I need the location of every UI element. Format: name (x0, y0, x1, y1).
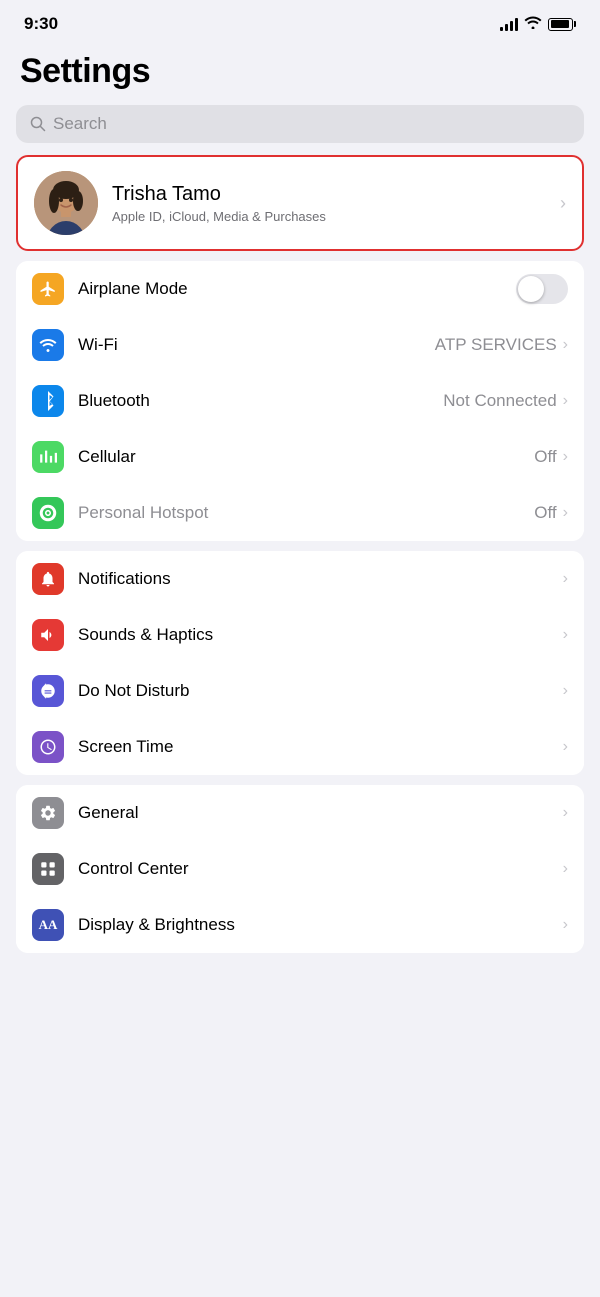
search-icon (30, 116, 46, 132)
donotdisturb-label: Do Not Disturb (78, 681, 563, 701)
avatar (34, 171, 98, 235)
search-container: Search (0, 101, 600, 155)
airplane-mode-row[interactable]: Airplane Mode (16, 261, 584, 317)
wifi-row[interactable]: Wi-Fi ATP SERVICES › (16, 317, 584, 373)
airplane-toggle[interactable] (516, 274, 568, 304)
profile-chevron: › (560, 193, 566, 214)
bluetooth-value: Not Connected (443, 391, 556, 411)
system-group: General › Control Center › AA Display & … (16, 785, 584, 953)
wifi-icon (524, 15, 542, 34)
cellular-icon (32, 441, 64, 473)
general-chevron: › (563, 804, 568, 822)
battery-icon (548, 18, 576, 31)
screentime-icon (32, 731, 64, 763)
page-header: Settings (0, 42, 600, 101)
screentime-label: Screen Time (78, 737, 563, 757)
status-time: 9:30 (24, 14, 58, 34)
wifi-label: Wi-Fi (78, 335, 435, 355)
search-bar[interactable]: Search (16, 105, 584, 143)
profile-subtitle: Apple ID, iCloud, Media & Purchases (112, 209, 560, 224)
bluetooth-row[interactable]: Bluetooth Not Connected › (16, 373, 584, 429)
hotspot-label: Personal Hotspot (78, 503, 534, 523)
notifications-row[interactable]: Notifications › (16, 551, 584, 607)
notifications-label: Notifications (78, 569, 563, 589)
hotspot-row[interactable]: Personal Hotspot Off › (16, 485, 584, 541)
donotdisturb-icon (32, 675, 64, 707)
hotspot-value: Off (534, 503, 556, 523)
notifications-section: Notifications › Sounds & Haptics › Do No… (0, 551, 600, 775)
sounds-icon (32, 619, 64, 651)
display-icon: AA (32, 909, 64, 941)
bluetooth-chevron: › (563, 392, 568, 410)
sounds-row[interactable]: Sounds & Haptics › (16, 607, 584, 663)
screentime-row[interactable]: Screen Time › (16, 719, 584, 775)
bluetooth-label: Bluetooth (78, 391, 443, 411)
wifi-chevron: › (563, 336, 568, 354)
profile-info: Trisha Tamo Apple ID, iCloud, Media & Pu… (112, 183, 560, 224)
profile-row[interactable]: Trisha Tamo Apple ID, iCloud, Media & Pu… (16, 155, 584, 251)
controlcenter-label: Control Center (78, 859, 563, 879)
controlcenter-icon (32, 853, 64, 885)
bluetooth-icon (32, 385, 64, 417)
general-label: General (78, 803, 563, 823)
notifications-group: Notifications › Sounds & Haptics › Do No… (16, 551, 584, 775)
status-icons (500, 15, 576, 34)
donotdisturb-row[interactable]: Do Not Disturb › (16, 663, 584, 719)
cellular-chevron: › (563, 448, 568, 466)
hotspot-icon (32, 497, 64, 529)
controlcenter-chevron: › (563, 860, 568, 878)
profile-name: Trisha Tamo (112, 183, 560, 206)
wifi-value: ATP SERVICES (435, 335, 557, 355)
screentime-chevron: › (563, 738, 568, 756)
airplane-label: Airplane Mode (78, 279, 516, 299)
page-title: Settings (20, 52, 580, 91)
status-bar: 9:30 (0, 0, 600, 42)
wifi-settings-icon (32, 329, 64, 361)
airplane-icon (32, 273, 64, 305)
hotspot-chevron: › (563, 504, 568, 522)
display-chevron: › (563, 916, 568, 934)
display-label: Display & Brightness (78, 915, 563, 935)
network-group: Airplane Mode Wi-Fi ATP SERVICES › (16, 261, 584, 541)
sounds-chevron: › (563, 626, 568, 644)
network-section: Airplane Mode Wi-Fi ATP SERVICES › (0, 261, 600, 541)
notifications-chevron: › (563, 570, 568, 588)
general-icon (32, 797, 64, 829)
system-section: General › Control Center › AA Display & … (0, 785, 600, 953)
cellular-row[interactable]: Cellular Off › (16, 429, 584, 485)
display-row[interactable]: AA Display & Brightness › (16, 897, 584, 953)
search-placeholder: Search (53, 114, 107, 134)
signal-icon (500, 17, 518, 31)
donotdisturb-chevron: › (563, 682, 568, 700)
cellular-value: Off (534, 447, 556, 467)
notifications-icon (32, 563, 64, 595)
general-row[interactable]: General › (16, 785, 584, 841)
cellular-label: Cellular (78, 447, 534, 467)
controlcenter-row[interactable]: Control Center › (16, 841, 584, 897)
sounds-label: Sounds & Haptics (78, 625, 563, 645)
